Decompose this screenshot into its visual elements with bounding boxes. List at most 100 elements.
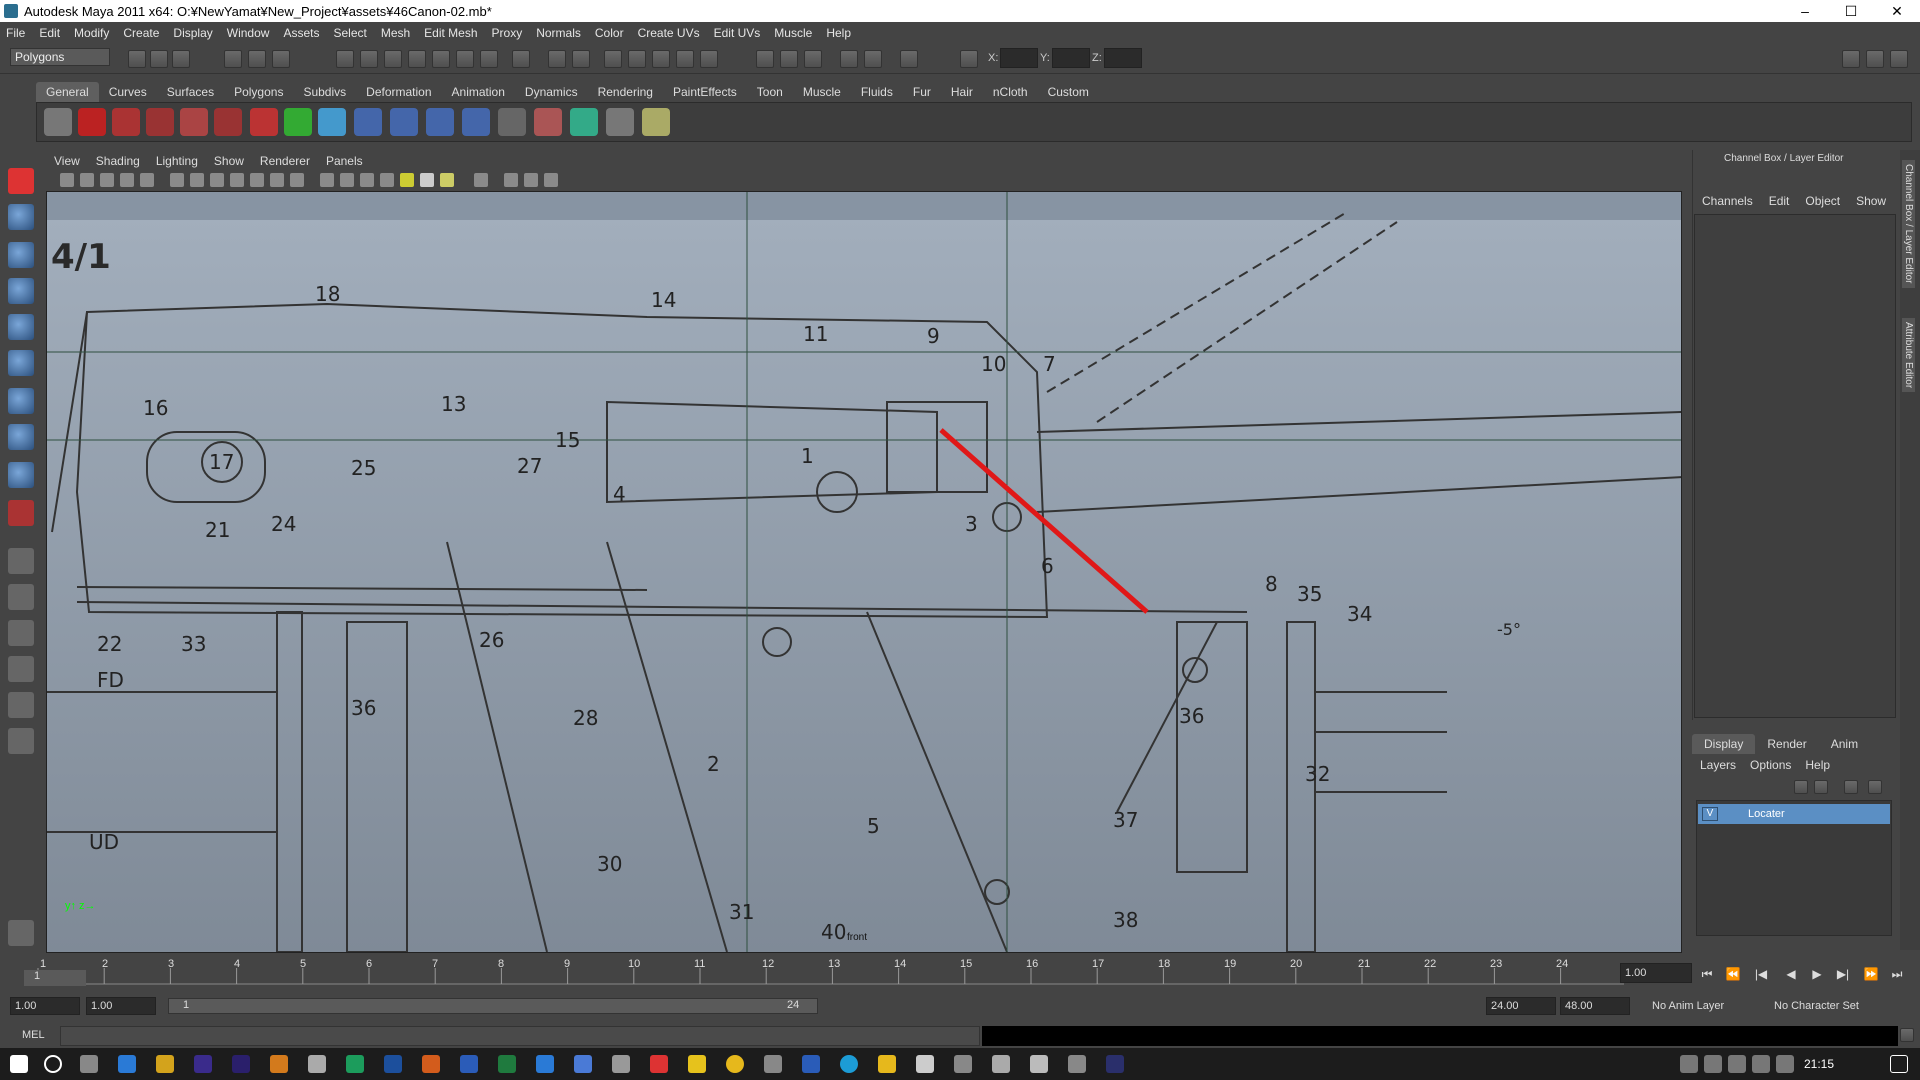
show-manip-tool-icon[interactable] — [8, 462, 34, 488]
viewport-menu-lighting[interactable]: Lighting — [156, 154, 198, 168]
taskbar-app-icon[interactable] — [1068, 1055, 1086, 1073]
shelf-key-icon[interactable] — [534, 108, 562, 136]
move-layer-up-icon[interactable] — [1794, 780, 1808, 794]
taskbar-app-icon[interactable] — [992, 1055, 1010, 1073]
script-editor-icon[interactable] — [1900, 1028, 1914, 1042]
scale-tool-icon[interactable] — [8, 350, 34, 376]
shelf-render-icon[interactable] — [570, 108, 598, 136]
menu-select[interactable]: Select — [333, 26, 366, 40]
layer-tab-display[interactable]: Display — [1692, 734, 1756, 754]
channel-box-toggle-icon[interactable] — [1866, 50, 1884, 68]
y-field[interactable] — [1052, 48, 1090, 68]
shelf-joint-icon[interactable] — [354, 108, 382, 136]
all-lights-icon[interactable] — [420, 173, 434, 187]
shelf-tab-fluids[interactable]: Fluids — [851, 82, 903, 102]
taskbar-app-icon[interactable] — [650, 1055, 668, 1073]
calculator-icon[interactable] — [954, 1055, 972, 1073]
cb-menu-edit[interactable]: Edit — [1769, 194, 1790, 208]
lock-icon[interactable] — [548, 50, 566, 68]
anim-layer-dropdown[interactable]: No Anim Layer — [1648, 997, 1764, 1015]
mel-command-input[interactable] — [60, 1026, 980, 1046]
shelf-green-icon[interactable] — [284, 108, 312, 136]
range-slider[interactable]: 1 24 — [168, 998, 818, 1014]
shelf-tab-painteffects[interactable]: PaintEffects — [663, 82, 747, 102]
new-layer-selected-icon[interactable] — [1868, 780, 1882, 794]
excel-icon[interactable] — [498, 1055, 516, 1073]
menu-edit[interactable]: Edit — [39, 26, 60, 40]
network-icon[interactable] — [1728, 1055, 1746, 1073]
menu-edit-mesh[interactable]: Edit Mesh — [424, 26, 477, 40]
playback-start-field[interactable]: 1.00 — [86, 997, 156, 1015]
viewport-menu-view[interactable]: View — [54, 154, 80, 168]
shelf-tab-deformation[interactable]: Deformation — [356, 82, 441, 102]
tray-chevron-icon[interactable] — [1656, 1055, 1674, 1073]
shelf-tab-surfaces[interactable]: Surfaces — [157, 82, 224, 102]
shelf-tool-2-icon[interactable] — [146, 108, 174, 136]
render-frame-icon[interactable] — [604, 50, 622, 68]
go-to-end-button[interactable]: ⏭ — [1888, 967, 1906, 981]
two-view-icon[interactable] — [524, 173, 538, 187]
shelf-tab-muscle[interactable]: Muscle — [793, 82, 851, 102]
menu-muscle[interactable]: Muscle — [774, 26, 812, 40]
layout-two-icon[interactable] — [8, 620, 34, 646]
shelf-skin-icon[interactable] — [462, 108, 490, 136]
default-light-icon[interactable] — [400, 173, 414, 187]
taskbar-app-icon[interactable] — [764, 1055, 782, 1073]
shelf-tab-custom[interactable]: Custom — [1038, 82, 1099, 102]
taskbar-app-icon[interactable] — [612, 1055, 630, 1073]
volume-icon[interactable] — [1752, 1055, 1770, 1073]
layout-single-icon[interactable] — [8, 548, 34, 574]
safe-action-icon[interactable] — [270, 173, 284, 187]
construction-icon[interactable] — [480, 50, 498, 68]
grid-toggle-icon[interactable] — [170, 173, 184, 187]
layer-tab-anim[interactable]: Anim — [1819, 734, 1870, 754]
minimize-button[interactable]: – — [1782, 3, 1828, 19]
task-view-icon[interactable] — [80, 1055, 98, 1073]
file-explorer-icon[interactable] — [878, 1055, 896, 1073]
rotate-tool-icon[interactable] — [8, 314, 34, 340]
viewport-menu-renderer[interactable]: Renderer — [260, 154, 310, 168]
tray-app-icon[interactable] — [1704, 1055, 1722, 1073]
menu-proxy[interactable]: Proxy — [492, 26, 523, 40]
cb-menu-show[interactable]: Show — [1856, 194, 1886, 208]
search-icon[interactable] — [44, 1055, 62, 1073]
premiere-icon[interactable] — [232, 1055, 250, 1073]
film-gate-icon[interactable] — [190, 173, 204, 187]
image-plane-icon[interactable] — [140, 173, 154, 187]
channel-box-content[interactable] — [1694, 214, 1896, 718]
z-field[interactable] — [1104, 48, 1142, 68]
edge-icon[interactable] — [840, 1055, 858, 1073]
front-viewport[interactable]: 4/1 18 14 11 9 10 7 16 13 17 15 25 27 1 … — [46, 191, 1682, 953]
photoshop-icon[interactable] — [384, 1055, 402, 1073]
shelf-tool-1-icon[interactable] — [112, 108, 140, 136]
shelf-tab-toon[interactable]: Toon — [747, 82, 793, 102]
menu-set-dropdown[interactable]: Polygons — [10, 48, 110, 66]
character-set-dropdown[interactable]: No Character Set — [1770, 997, 1890, 1015]
new-scene-icon[interactable] — [128, 50, 146, 68]
layout-hypershade-icon[interactable] — [8, 728, 34, 754]
word-icon[interactable] — [460, 1055, 478, 1073]
wireframe-icon[interactable] — [320, 173, 334, 187]
shelf-tab-ncloth[interactable]: nCloth — [983, 82, 1038, 102]
shelf-help-icon[interactable] — [78, 108, 106, 136]
taskbar-app-icon[interactable] — [156, 1055, 174, 1073]
shelf-tab-polygons[interactable]: Polygons — [224, 82, 293, 102]
shelf-ik-icon[interactable] — [390, 108, 418, 136]
maya-taskbar-icon[interactable] — [308, 1055, 326, 1073]
after-effects-icon[interactable] — [194, 1055, 212, 1073]
layer-menu-help[interactable]: Help — [1805, 758, 1830, 772]
shelf-tool-4-icon[interactable] — [214, 108, 242, 136]
ime-icon[interactable] — [1776, 1055, 1794, 1073]
history-icon[interactable] — [456, 50, 474, 68]
x-field[interactable] — [1000, 48, 1038, 68]
xray-icon[interactable] — [380, 173, 394, 187]
select-highlight-icon[interactable] — [572, 50, 590, 68]
animation-start-field[interactable]: 1.00 — [10, 997, 80, 1015]
blender-icon[interactable] — [270, 1055, 288, 1073]
viewport-menu-shading[interactable]: Shading — [96, 154, 140, 168]
camera-lock-icon[interactable] — [80, 173, 94, 187]
snap-view-plane-icon[interactable] — [408, 50, 426, 68]
menu-normals[interactable]: Normals — [536, 26, 581, 40]
select-tool-icon[interactable] — [8, 168, 34, 194]
menu-window[interactable]: Window — [227, 26, 270, 40]
